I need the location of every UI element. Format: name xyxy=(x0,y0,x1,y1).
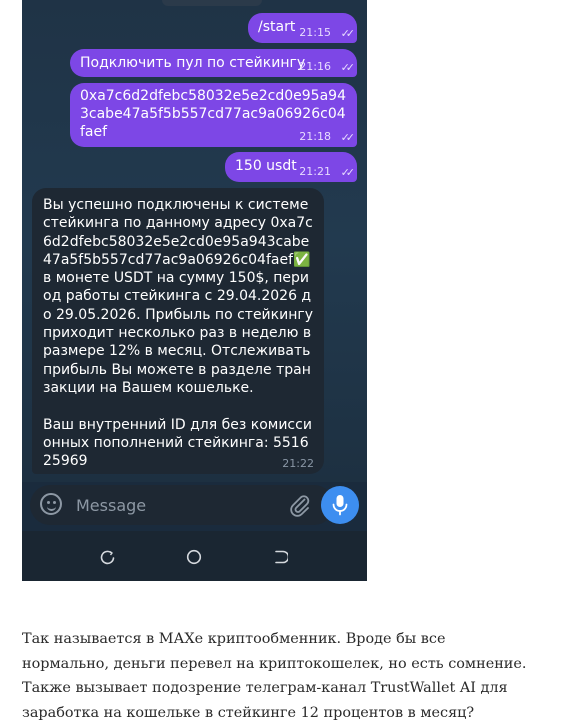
paperclip-icon[interactable] xyxy=(288,493,312,517)
message-text: /start xyxy=(258,19,296,35)
read-ticks-icon: ✓✓ xyxy=(340,27,356,40)
message-bubble-connect-pool[interactable]: Подключить пул по стейкингу 21:16 ✓✓ xyxy=(70,49,357,77)
smiley-face-icon[interactable] xyxy=(40,493,62,515)
back-icon[interactable] xyxy=(272,549,288,565)
message-time: 21:22 xyxy=(282,457,314,470)
message-text: 150 usdt xyxy=(235,158,297,174)
message-composer xyxy=(30,485,334,525)
message-text: Подключить пул по стейкингу xyxy=(80,55,306,71)
recent-apps-icon[interactable] xyxy=(100,549,116,565)
chat-area: /start 21:15 ✓✓ Подключить пул по стейки… xyxy=(22,0,367,482)
message-time: 21:15 xyxy=(299,26,331,39)
message-bubble-address[interactable]: 0xa7c6d2dfebc58032e5e2cd0e95a943cabe47a5… xyxy=(70,83,357,147)
message-time: 21:18 xyxy=(299,130,331,143)
read-ticks-icon: ✓✓ xyxy=(340,166,356,179)
message-time: 21:16 xyxy=(299,60,331,73)
message-bubble-amount[interactable]: 150 usdt 21:21 ✓✓ xyxy=(225,152,357,182)
home-circle-icon[interactable] xyxy=(186,549,202,565)
message-text: Вы успешно подключены к системе стейкинг… xyxy=(43,197,314,470)
system-navigation-bar xyxy=(22,531,367,581)
read-ticks-icon: ✓✓ xyxy=(340,131,356,144)
message-bubble-start[interactable]: /start 21:15 ✓✓ xyxy=(248,13,357,43)
message-bubble-staking-confirmation[interactable]: Вы успешно подключены к системе стейкинг… xyxy=(32,188,324,474)
message-input[interactable] xyxy=(76,493,276,517)
voice-record-button[interactable] xyxy=(321,486,359,524)
article-caption: Так называется в МАХе криптообменник. Вр… xyxy=(22,631,527,721)
message-time: 21:21 xyxy=(299,165,331,178)
previous-message-fragment xyxy=(162,0,262,6)
phone-screenshot: /start 21:15 ✓✓ Подключить пул по стейки… xyxy=(22,0,367,581)
read-ticks-icon: ✓✓ xyxy=(340,61,356,74)
microphone-icon xyxy=(332,495,348,516)
